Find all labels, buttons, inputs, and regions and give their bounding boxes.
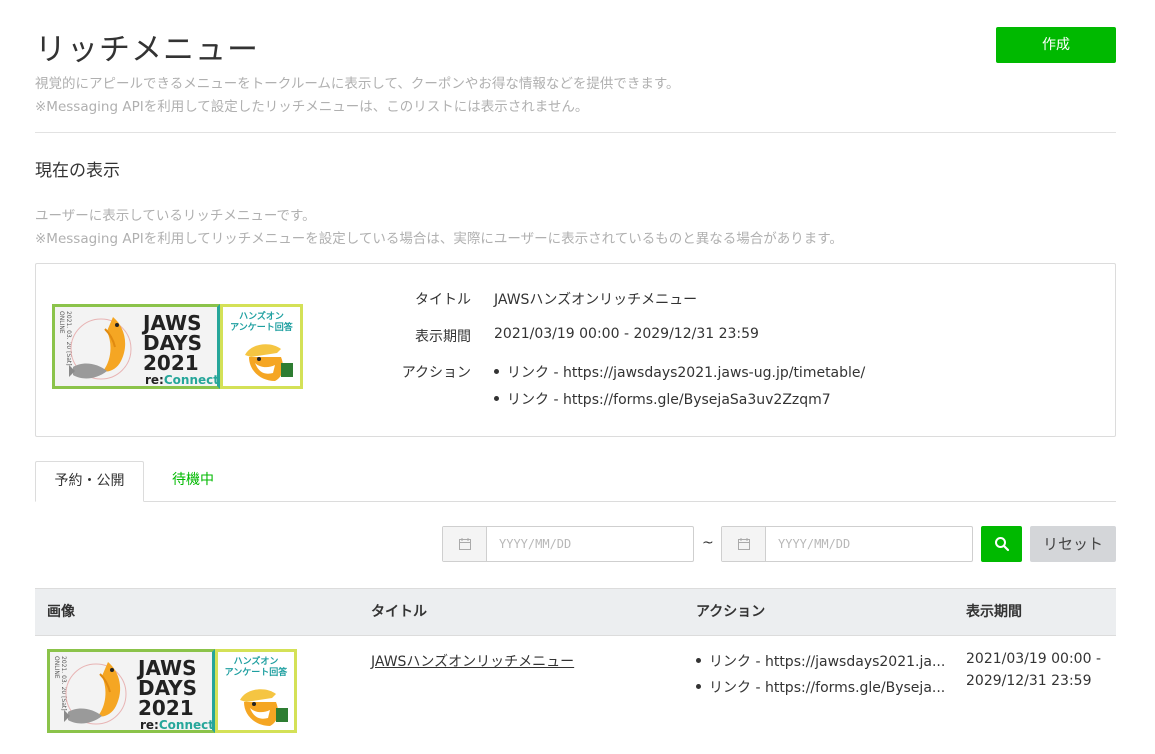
current-description: ユーザーに表示しているリッチメニューです。: [35, 208, 316, 224]
column-header-action: アクション: [696, 604, 766, 620]
action-item: リンク - https://jawsdays2021.jaws-ug.jp/ti…: [494, 362, 865, 382]
table-header: 画像 タイトル アクション 表示期間: [35, 588, 1116, 636]
date-range-separator: ~: [702, 535, 714, 551]
search-icon: [994, 537, 1009, 552]
calendar-icon: [722, 527, 766, 561]
fish-illustration-icon: [64, 662, 127, 725]
shark-mascot-icon: [245, 344, 293, 381]
current-display-heading: 現在の表示: [35, 161, 120, 181]
period-value: 2021/03/19 00:00 - 2029/12/31 23:59: [494, 326, 759, 342]
column-header-image: 画像: [47, 604, 75, 620]
end-date-placeholder: YYYY/MM/DD: [778, 537, 851, 551]
row-action-item: リンク - https://jawsdays2021.ja...: [696, 651, 944, 671]
survey-banner: ハンズオン アンケート回答: [215, 649, 297, 733]
title-value: JAWSハンズオンリッチメニュー: [494, 292, 698, 308]
divider: [35, 132, 1116, 133]
rich-menu-image: 2021. 03. 20 [Sat] ONLINE JAWS DAYS 2021…: [52, 304, 303, 389]
row-action-item: リンク - https://forms.gle/Byseja...: [696, 677, 944, 697]
reset-button[interactable]: リセット: [1030, 526, 1116, 562]
end-date-input[interactable]: YYYY/MM/DD: [721, 526, 973, 562]
survey-banner: ハンズオン アンケート回答: [220, 304, 303, 389]
action-item: リンク - https://forms.gle/BysejaSa3uv2Zzqm…: [494, 389, 831, 409]
rich-menu-thumbnail[interactable]: 2021. 03. 20 [Sat] ONLINE JAWS DAYS 2021…: [47, 649, 297, 733]
calendar-icon: [443, 527, 487, 561]
create-button[interactable]: 作成: [996, 27, 1116, 63]
row-period-start: 2021/03/19 00:00 -: [966, 651, 1101, 667]
jaws-days-logo: 2021. 03. 20 [Sat] ONLINE JAWS DAYS 2021…: [52, 304, 220, 389]
fish-illustration-icon: [69, 317, 132, 380]
current-note: ※Messaging APIを利用してリッチメニューを設定している場合は、実際に…: [35, 231, 843, 247]
page-description: 視覚的にアピールできるメニューをトークルームに表示して、クーポンやお得な情報など…: [35, 76, 680, 92]
start-date-input[interactable]: YYYY/MM/DD: [442, 526, 694, 562]
jaws-days-logo: 2021. 03. 20 [Sat] ONLINE JAWS DAYS 2021…: [47, 649, 215, 733]
shark-mascot-icon: [240, 689, 288, 726]
status-tabs: 予約・公開 待機中: [35, 461, 1116, 502]
period-label: 表示期間: [415, 329, 471, 345]
start-date-placeholder: YYYY/MM/DD: [499, 537, 572, 551]
search-button[interactable]: [981, 526, 1022, 562]
column-header-title: タイトル: [371, 604, 427, 620]
tab-waiting[interactable]: 待機中: [144, 461, 242, 502]
action-label: アクション: [401, 365, 471, 381]
title-label: タイトル: [415, 292, 471, 308]
column-header-period: 表示期間: [966, 604, 1022, 620]
page-title: リッチメニュー: [35, 32, 259, 68]
current-menu-card: 2021. 03. 20 [Sat] ONLINE JAWS DAYS 2021…: [35, 263, 1116, 437]
page-note: ※Messaging APIを利用して設定したリッチメニューは、このリストには表…: [35, 99, 589, 115]
row-title-link[interactable]: JAWSハンズオンリッチメニュー: [371, 651, 574, 671]
row-period-end: 2029/12/31 23:59: [966, 673, 1092, 689]
tab-reserved-published[interactable]: 予約・公開: [35, 461, 144, 502]
